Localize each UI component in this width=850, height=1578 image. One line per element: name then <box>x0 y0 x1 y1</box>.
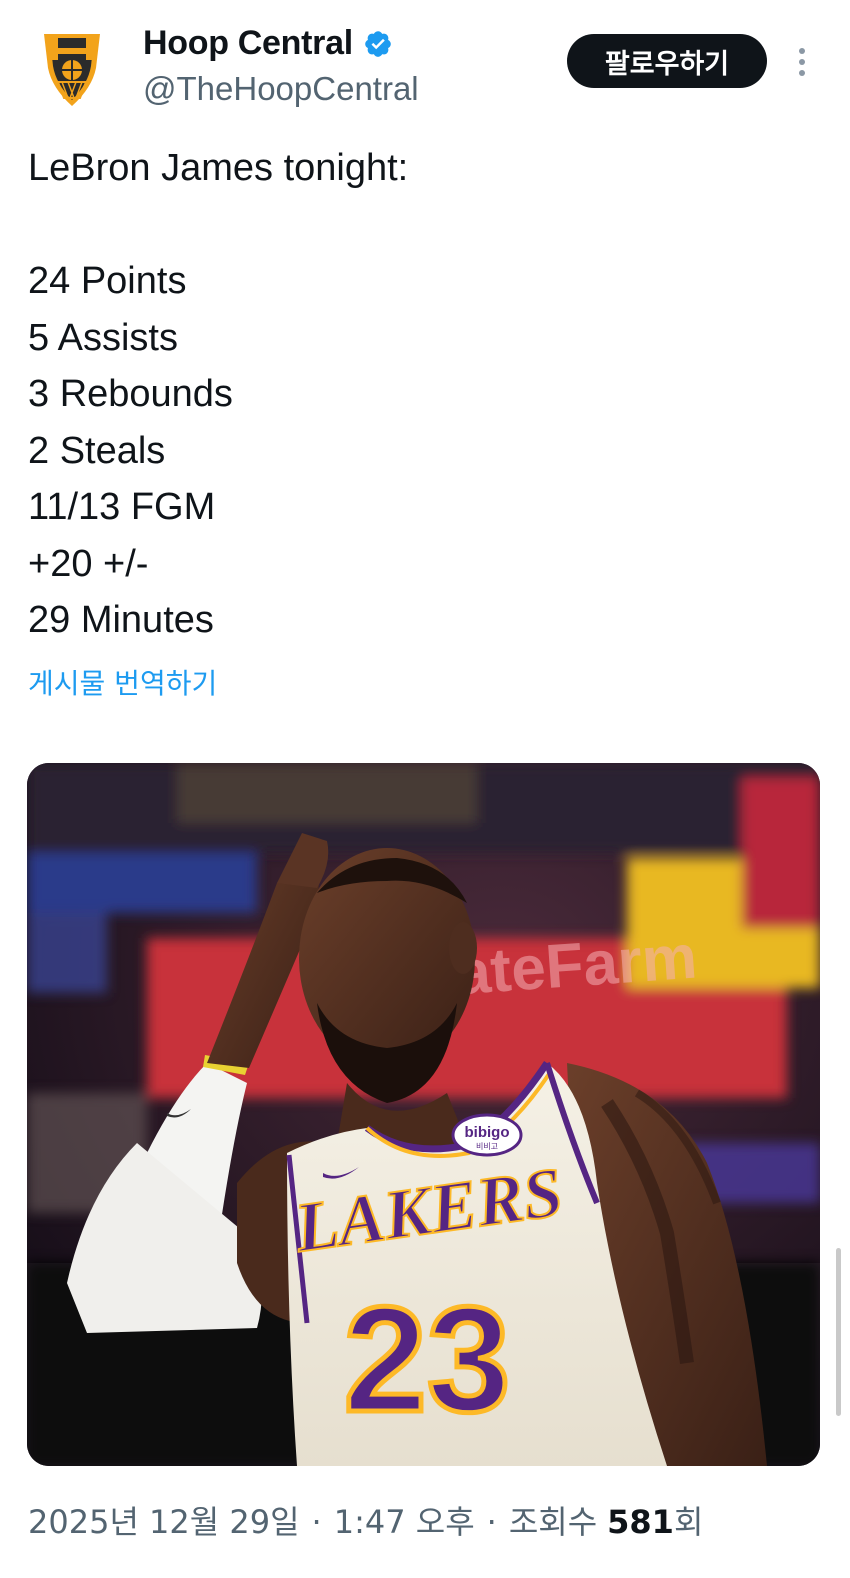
more-dot <box>799 59 805 65</box>
tweet-line: 29 Minutes <box>28 599 214 641</box>
jersey-number-text: 23 <box>344 1275 511 1443</box>
author-name-row: Hoop Central <box>143 24 393 63</box>
more-vertical-icon[interactable] <box>790 42 814 82</box>
tweet-date[interactable]: 2025년 12월 29일 <box>28 1497 300 1543</box>
verified-badge-icon <box>365 30 391 57</box>
tweet-line: 5 Assists <box>28 316 178 359</box>
tweet-line: 2 Steals <box>28 429 166 472</box>
meta-separator: · <box>311 1503 322 1541</box>
translate-post-link[interactable]: 게시물 번역하기 <box>28 662 217 702</box>
sponsor-patch-text: bibigo <box>465 1124 510 1141</box>
tweet-line: 3 Rebounds <box>28 373 233 415</box>
follow-button[interactable]: 팔로우하기 <box>567 34 767 88</box>
tweet-photo[interactable]: StateFarm bibigo 비비고 LAKERS 23 <box>27 763 820 1466</box>
sponsor-patch-small-text: 비비고 <box>476 1142 498 1151</box>
player-photo: StateFarm bibigo 비비고 LAKERS 23 <box>27 763 820 1466</box>
tweet-page: Hoop Central @TheHoopCentral 팔로우하기 LeBro… <box>0 0 850 1578</box>
views-suffix: 회 <box>673 1503 704 1541</box>
tweet-line: 11/13 FGM <box>28 486 216 528</box>
tweet-meta: 2025년 12월 29일 · 1:47 오후 · 조회수 581 회 <box>28 1497 703 1543</box>
scrollbar[interactable] <box>836 1248 841 1416</box>
author-display-name[interactable]: Hoop Central <box>143 24 353 63</box>
author-handle[interactable]: @TheHoopCentral <box>143 70 419 108</box>
meta-separator: · <box>486 1503 497 1541</box>
tweet-line: +20 +/- <box>28 542 149 585</box>
more-dot <box>799 70 805 76</box>
author-avatar[interactable] <box>34 28 110 112</box>
tweet-line: LeBron James tonight: <box>28 147 409 189</box>
hoop-central-logo-icon <box>44 34 100 106</box>
tweet-text: LeBron James tonight: 24 Points 5 Assist… <box>28 140 808 649</box>
views-label: 조회수 <box>508 1503 598 1541</box>
tweet-line: 24 Points <box>28 260 187 302</box>
views-count: 581 <box>607 1503 674 1541</box>
more-dot <box>799 48 805 54</box>
tweet-time[interactable]: 1:47 오후 <box>334 1497 475 1543</box>
